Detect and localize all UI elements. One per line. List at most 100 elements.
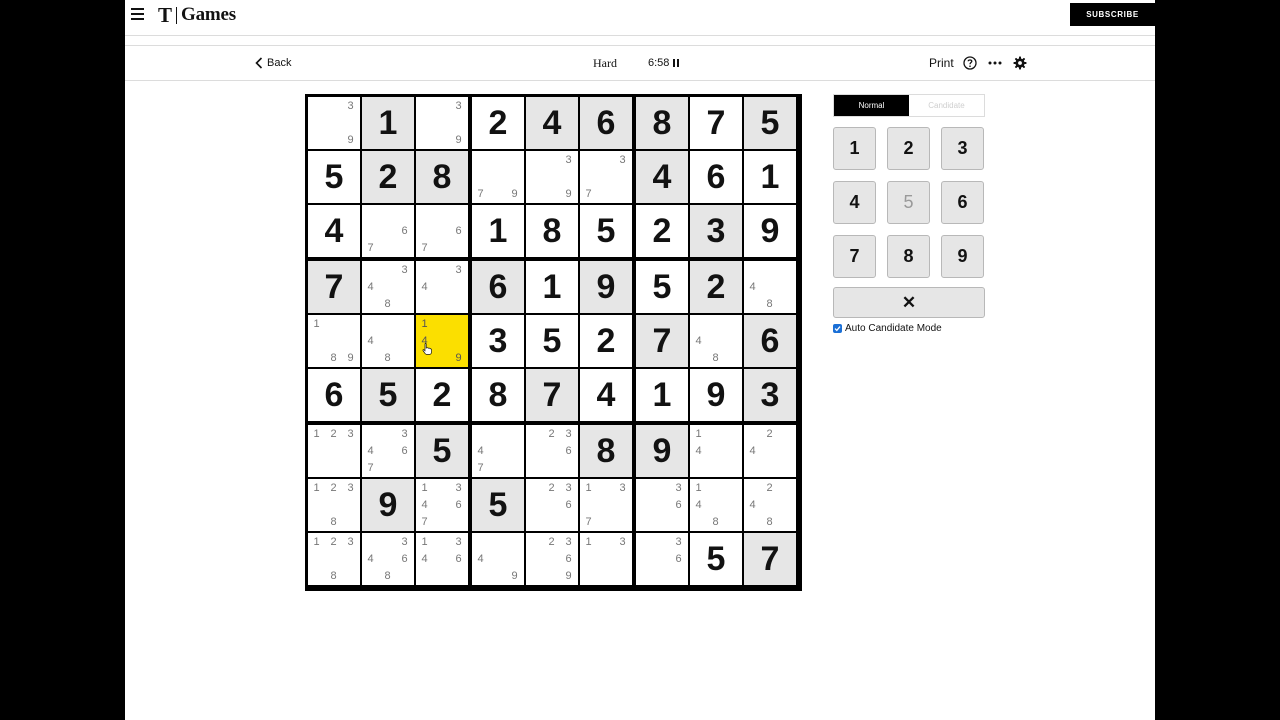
sudoku-cell[interactable]: 7 (744, 533, 796, 585)
sudoku-cell[interactable]: 5 (472, 479, 524, 531)
number-key-8[interactable]: 8 (887, 235, 930, 278)
sudoku-cell[interactable]: 1 3 4 6 (416, 533, 468, 585)
sudoku-cell[interactable]: 8 (416, 151, 468, 203)
sudoku-cell[interactable]: 123 (308, 425, 360, 477)
sudoku-cell[interactable]: 67 (416, 205, 468, 257)
sudoku-cell[interactable]: 23 6 (526, 479, 578, 531)
sudoku-cell[interactable]: 3 (744, 369, 796, 421)
sudoku-cell[interactable]: 5 (416, 425, 468, 477)
menu-icon[interactable] (131, 8, 144, 20)
sudoku-cell[interactable]: 4 (308, 205, 360, 257)
sudoku-cell[interactable]: 1 3 7 (580, 479, 632, 531)
number-key-3[interactable]: 3 (941, 127, 984, 170)
sudoku-cell[interactable]: 7 (526, 369, 578, 421)
back-button[interactable]: Back (255, 56, 291, 70)
sudoku-cell[interactable]: 1 48 (690, 479, 742, 531)
sudoku-cell[interactable]: 6 (472, 261, 524, 313)
sudoku-cell[interactable]: 4 (636, 151, 688, 203)
sudoku-cell[interactable]: 6 (580, 97, 632, 149)
sudoku-cell[interactable]: 1 (636, 369, 688, 421)
sudoku-cell[interactable]: 5 (690, 533, 742, 585)
sudoku-cell[interactable]: 9 (580, 261, 632, 313)
number-key-1[interactable]: 1 (833, 127, 876, 170)
sudoku-cell[interactable]: 49 (472, 533, 524, 585)
sudoku-cell[interactable]: 3 4 68 (362, 533, 414, 585)
auto-candidate-checkbox[interactable] (833, 324, 842, 333)
sudoku-cell[interactable]: 1 (472, 205, 524, 257)
sudoku-cell[interactable]: 8 (580, 425, 632, 477)
sudoku-cell[interactable]: 39 (308, 97, 360, 149)
sudoku-cell[interactable]: 34 (416, 261, 468, 313)
sudoku-cell[interactable]: 1 (526, 261, 578, 313)
number-key-7[interactable]: 7 (833, 235, 876, 278)
number-key-9[interactable]: 9 (941, 235, 984, 278)
more-options-icon[interactable] (987, 56, 1003, 70)
sudoku-cell[interactable]: 6 (744, 315, 796, 367)
sudoku-cell[interactable]: 1 3 4 6 7 (416, 479, 468, 531)
sudoku-cell[interactable]: 7 (636, 315, 688, 367)
sudoku-cell[interactable]: 5 (744, 97, 796, 149)
erase-button[interactable]: ✕ (833, 287, 985, 318)
sudoku-cell[interactable]: 5 (580, 205, 632, 257)
sudoku-cell[interactable]: 79 (472, 151, 524, 203)
sudoku-cell[interactable]: 5 (308, 151, 360, 203)
sudoku-cell[interactable]: 23 6 9 (526, 533, 578, 585)
sudoku-cell[interactable]: 47 (472, 425, 524, 477)
sudoku-cell[interactable]: 1 (744, 151, 796, 203)
games-logo[interactable]: T Games (158, 3, 236, 27)
sudoku-cell[interactable]: 39 (526, 151, 578, 203)
number-key-2[interactable]: 2 (887, 127, 930, 170)
sudoku-cell[interactable]: 8 (472, 369, 524, 421)
sudoku-cell[interactable]: 2 (416, 369, 468, 421)
sudoku-cell[interactable]: 2 (580, 315, 632, 367)
sudoku-cell[interactable]: 36 (636, 479, 688, 531)
number-key-4[interactable]: 4 (833, 181, 876, 224)
sudoku-cell[interactable]: 14 (690, 425, 742, 477)
sudoku-cell[interactable]: 2 (472, 97, 524, 149)
sudoku-cell[interactable]: 3 4 6 7 (362, 425, 414, 477)
sudoku-cell[interactable]: 36 (636, 533, 688, 585)
gear-icon[interactable] (1013, 56, 1027, 70)
sudoku-cell[interactable]: 3 (690, 205, 742, 257)
help-icon[interactable] (963, 56, 977, 70)
sudoku-cell[interactable]: 1 (362, 97, 414, 149)
sudoku-cell[interactable]: 24 (744, 425, 796, 477)
number-key-6[interactable]: 6 (941, 181, 984, 224)
sudoku-cell[interactable]: 5 (526, 315, 578, 367)
sudoku-cell[interactable]: 4 (580, 369, 632, 421)
sudoku-cell[interactable]: 37 (580, 151, 632, 203)
sudoku-cell[interactable]: 2 (362, 151, 414, 203)
sudoku-cell[interactable]: 9 (362, 479, 414, 531)
sudoku-cell[interactable]: 7 (690, 97, 742, 149)
sudoku-cell[interactable]: 48 (690, 315, 742, 367)
sudoku-cell[interactable]: 3 48 (362, 261, 414, 313)
candidate-mode-tab[interactable]: Candidate (909, 95, 984, 116)
sudoku-cell[interactable]: 6 (308, 369, 360, 421)
sudoku-cell[interactable]: 123 8 (308, 533, 360, 585)
number-key-5[interactable]: 5 (887, 181, 930, 224)
sudoku-cell[interactable]: 7 (308, 261, 360, 313)
sudoku-cell[interactable]: 5 (636, 261, 688, 313)
sudoku-cell[interactable]: 67 (362, 205, 414, 257)
sudoku-cell[interactable]: 1 89 (308, 315, 360, 367)
sudoku-cell[interactable]: 9 (690, 369, 742, 421)
sudoku-cell[interactable]: 248 (744, 479, 796, 531)
sudoku-cell[interactable]: 2 (636, 205, 688, 257)
sudoku-cell[interactable]: 9 (744, 205, 796, 257)
sudoku-cell[interactable]: 13 (580, 533, 632, 585)
sudoku-cell[interactable]: 6 (690, 151, 742, 203)
sudoku-cell[interactable]: 48 (744, 261, 796, 313)
sudoku-cell[interactable]: 23 6 (526, 425, 578, 477)
sudoku-cell[interactable]: 9 (636, 425, 688, 477)
sudoku-cell[interactable]: 1 4 9 (416, 315, 468, 367)
sudoku-cell[interactable]: 4 (526, 97, 578, 149)
sudoku-cell[interactable]: 8 (636, 97, 688, 149)
normal-mode-tab[interactable]: Normal (834, 95, 909, 116)
sudoku-cell[interactable]: 8 (526, 205, 578, 257)
subscribe-button[interactable]: SUBSCRIBE (1070, 3, 1155, 26)
print-button[interactable]: Print (929, 56, 954, 70)
sudoku-cell[interactable]: 39 (416, 97, 468, 149)
sudoku-cell[interactable]: 2 (690, 261, 742, 313)
pause-icon[interactable] (673, 59, 681, 67)
sudoku-cell[interactable]: 48 (362, 315, 414, 367)
